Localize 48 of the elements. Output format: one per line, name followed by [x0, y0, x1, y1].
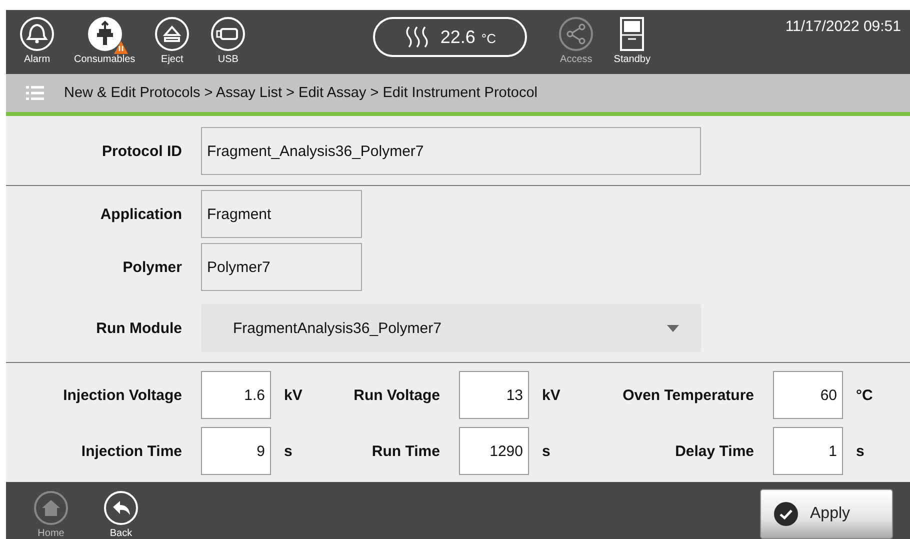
- unit-label: kV: [283, 386, 304, 404]
- parameter-label: Delay Time: [674, 442, 755, 460]
- readonly-field: Fragment: [201, 190, 362, 238]
- menu-icon[interactable]: [26, 85, 44, 101]
- unit-label: °C: [855, 386, 874, 404]
- value-field[interactable]: 1290: [459, 427, 529, 475]
- apply-button[interactable]: Apply: [760, 489, 893, 539]
- value-field[interactable]: 1: [773, 427, 843, 475]
- consumables-button[interactable]: Consumables: [74, 16, 136, 66]
- bell-icon: [19, 16, 55, 52]
- standby-button[interactable]: Standby: [613, 16, 652, 66]
- protocol-id-field: Fragment_Analysis36_Polymer7: [201, 127, 701, 175]
- parameter-label: Run Voltage: [352, 386, 441, 404]
- value-field[interactable]: 13: [459, 371, 529, 419]
- share-icon: [558, 16, 594, 52]
- warning-icon: [114, 41, 128, 54]
- readonly-field: Polymer7: [201, 243, 362, 291]
- temperature-unit: °C: [481, 31, 496, 46]
- parameter-label: Injection Time: [80, 442, 183, 460]
- heat-icon: [404, 25, 430, 49]
- usb-button[interactable]: USB: [209, 16, 248, 66]
- eject-icon: [154, 16, 190, 52]
- temperature-value: 22.6: [440, 26, 476, 48]
- usb-icon: [210, 16, 246, 52]
- caret-icon: [667, 324, 679, 332]
- field-label: Protocol ID: [100, 142, 182, 160]
- unit-label: s: [855, 442, 866, 460]
- field-label: Run Module: [95, 320, 182, 336]
- check-icon: [774, 502, 798, 526]
- eject-button[interactable]: Eject: [153, 16, 192, 66]
- home-icon: [33, 490, 69, 526]
- parameter-label: Run Time: [370, 442, 441, 460]
- value-field[interactable]: 60: [773, 371, 843, 419]
- alarm-button[interactable]: Alarm: [18, 16, 56, 66]
- run-module-dropdown[interactable]: FragmentAnalysis36_Polymer7: [201, 304, 701, 352]
- cartridge-icon: [86, 16, 123, 52]
- value-field[interactable]: 9: [201, 427, 271, 475]
- unit-label: s: [541, 442, 552, 460]
- field-label: Application: [99, 206, 182, 222]
- breadcrumb: New & Edit Protocols > Assay List > Edit Assay > Edit Instrument Protocol: [64, 85, 538, 101]
- value-field[interactable]: 1.6: [201, 371, 271, 419]
- field-label: Polymer: [122, 258, 182, 276]
- date-time: 11/17/2022 09:51: [785, 18, 901, 35]
- parameter-label: Injection Voltage: [62, 386, 183, 404]
- unit-label: kV: [541, 386, 562, 404]
- unit-label: s: [283, 442, 294, 460]
- parameter-label: Oven Temperature: [622, 386, 755, 404]
- back-button[interactable]: Back: [103, 490, 139, 539]
